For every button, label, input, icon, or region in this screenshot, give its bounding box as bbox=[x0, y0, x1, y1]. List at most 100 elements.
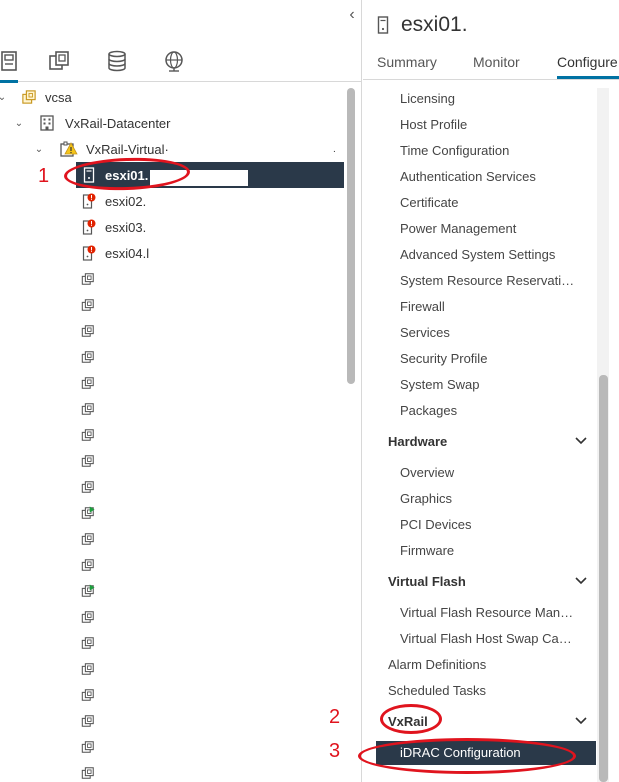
vm-powered-on-icon bbox=[81, 506, 95, 519]
inventory-pane: ‹ ⌄ vcsa ⌄ VxRail-Datacenter ⌄ VxRail-Vi… bbox=[0, 0, 362, 782]
tree-node-vm[interactable] bbox=[0, 760, 344, 782]
vcenter-icon bbox=[22, 90, 36, 104]
tree-node-vm[interactable] bbox=[0, 656, 344, 682]
nav-item-overview[interactable]: Overview bbox=[400, 465, 590, 480]
hosts-and-clusters-tab[interactable] bbox=[0, 48, 22, 83]
nav-item-services[interactable]: Services bbox=[400, 325, 590, 340]
nav-item-pci-devices[interactable]: PCI Devices bbox=[400, 517, 590, 532]
inventory-view-tabs bbox=[0, 40, 362, 83]
vm-icon bbox=[81, 611, 94, 623]
tree-node-vm[interactable] bbox=[0, 318, 344, 344]
tree-node-vm[interactable] bbox=[0, 370, 344, 396]
tree-node-vm[interactable] bbox=[0, 578, 344, 604]
chevron-down-icon[interactable]: ⌄ bbox=[33, 143, 45, 155]
tree-node-vm[interactable] bbox=[0, 448, 344, 474]
vm-icon bbox=[81, 663, 94, 675]
nav-item-host-profile[interactable]: Host Profile bbox=[400, 117, 590, 132]
chevron-down-icon[interactable] bbox=[574, 714, 588, 728]
tree-node-suffix: . bbox=[333, 143, 336, 155]
vm-icon bbox=[81, 559, 94, 571]
datacenter-icon bbox=[40, 115, 54, 131]
tree-node-host-esxi02[interactable]: esxi02. bbox=[0, 188, 344, 214]
tree-node-host-esxi04[interactable]: esxi04.l bbox=[0, 240, 344, 266]
nav-group-hardware[interactable]: Hardware bbox=[388, 434, 588, 456]
chevron-down-icon[interactable] bbox=[574, 434, 588, 448]
tree-node-cluster[interactable]: ⌄ VxRail-Virtual· . bbox=[0, 136, 344, 162]
networking-tab[interactable] bbox=[161, 48, 187, 74]
configure-scrollbar-thumb[interactable] bbox=[599, 375, 608, 782]
tree-node-vcenter[interactable]: ⌄ vcsa bbox=[0, 84, 344, 110]
tree-scrollbar-thumb[interactable] bbox=[347, 88, 355, 384]
tab-monitor[interactable]: Monitor bbox=[473, 54, 520, 70]
object-tabs: Summary Monitor Configure bbox=[363, 48, 619, 80]
vm-icon bbox=[81, 741, 94, 753]
tree-node-vm[interactable] bbox=[0, 344, 344, 370]
tree-node-vm[interactable] bbox=[0, 292, 344, 318]
tree-node-label: vcsa bbox=[45, 89, 72, 105]
chevron-down-icon[interactable]: ⌄ bbox=[13, 117, 25, 129]
nav-group-label: Virtual Flash bbox=[388, 574, 466, 589]
nav-item-power-management[interactable]: Power Management bbox=[400, 221, 590, 236]
nav-group-virtual-flash[interactable]: Virtual Flash bbox=[388, 574, 588, 596]
tree-node-vm[interactable] bbox=[0, 474, 344, 500]
page-title: esxi01. bbox=[401, 13, 468, 36]
tree-scrollbar[interactable] bbox=[346, 88, 356, 782]
vm-icon bbox=[81, 767, 94, 779]
chevron-down-icon[interactable] bbox=[574, 574, 588, 588]
vm-icon bbox=[81, 299, 94, 311]
nav-item-system-resource-reservation[interactable]: System Resource Reservati… bbox=[400, 273, 590, 288]
vm-icon bbox=[81, 689, 94, 701]
nav-item-virtual-flash-resource[interactable]: Virtual Flash Resource Man… bbox=[400, 605, 590, 620]
tree-node-label: esxi02. bbox=[105, 193, 147, 209]
tree-node-label: VxRail-Virtual· bbox=[86, 141, 169, 157]
nav-item-packages[interactable]: Packages bbox=[400, 403, 590, 418]
nav-item-licensing[interactable]: Licensing bbox=[400, 91, 590, 106]
nav-item-certificate[interactable]: Certificate bbox=[400, 195, 590, 210]
nav-item-time-configuration[interactable]: Time Configuration bbox=[400, 143, 590, 158]
host-icon bbox=[377, 16, 389, 34]
chevron-down-icon[interactable]: ⌄ bbox=[0, 91, 8, 103]
host-error-icon bbox=[82, 219, 96, 235]
vm-icon bbox=[81, 455, 94, 467]
vm-powered-on-icon bbox=[81, 584, 95, 597]
nav-item-alarm-definitions[interactable]: Alarm Definitions bbox=[388, 657, 578, 672]
inventory-tree: ⌄ vcsa ⌄ VxRail-Datacenter ⌄ VxRail-Virt… bbox=[0, 83, 344, 782]
tree-node-vm[interactable] bbox=[0, 604, 344, 630]
tree-node-host-esxi03[interactable]: esxi03. bbox=[0, 214, 344, 240]
tree-node-vm[interactable] bbox=[0, 396, 344, 422]
tree-node-vm[interactable] bbox=[0, 682, 344, 708]
tree-node-vm[interactable] bbox=[0, 734, 344, 760]
nav-item-firewall[interactable]: Firewall bbox=[400, 299, 590, 314]
tree-node-label: esxi04.l bbox=[105, 245, 150, 261]
vm-icon bbox=[81, 533, 94, 545]
storage-tab[interactable] bbox=[104, 48, 130, 74]
tree-node-datacenter[interactable]: ⌄ VxRail-Datacenter bbox=[0, 110, 344, 136]
annotation-step-1: 1 bbox=[38, 165, 50, 187]
nav-item-scheduled-tasks[interactable]: Scheduled Tasks bbox=[388, 683, 578, 698]
nav-item-graphics[interactable]: Graphics bbox=[400, 491, 590, 506]
nav-item-firmware[interactable]: Firmware bbox=[400, 543, 590, 558]
configure-scrollbar[interactable] bbox=[597, 88, 609, 782]
nav-item-advanced-system-settings[interactable]: Advanced System Settings bbox=[400, 247, 590, 262]
nav-item-system-swap[interactable]: System Swap bbox=[400, 377, 590, 392]
vm-icon bbox=[81, 403, 94, 415]
collapse-pane-button[interactable]: ‹ bbox=[344, 6, 360, 24]
tab-configure[interactable]: Configure bbox=[557, 54, 619, 79]
details-pane: esxi01. Summary Monitor Configure Licens… bbox=[363, 0, 619, 782]
vms-and-templates-tab[interactable] bbox=[46, 48, 72, 74]
nav-item-virtual-flash-host-swap[interactable]: Virtual Flash Host Swap Ca… bbox=[400, 631, 590, 646]
tree-node-vm[interactable] bbox=[0, 266, 344, 292]
nav-item-authentication-services[interactable]: Authentication Services bbox=[400, 169, 590, 184]
tree-node-vm[interactable] bbox=[0, 526, 344, 552]
tree-node-vm[interactable] bbox=[0, 552, 344, 578]
tree-node-vm[interactable] bbox=[0, 422, 344, 448]
tree-node-vm[interactable] bbox=[0, 708, 344, 734]
host-error-icon bbox=[82, 245, 96, 261]
tab-summary[interactable]: Summary bbox=[377, 54, 437, 70]
vms-templates-icon bbox=[49, 51, 69, 70]
nav-item-security-profile[interactable]: Security Profile bbox=[400, 351, 590, 366]
vm-icon bbox=[81, 273, 94, 285]
tree-node-vm[interactable] bbox=[0, 500, 344, 526]
annotation-step-2: 2 bbox=[329, 706, 341, 728]
tree-node-vm[interactable] bbox=[0, 630, 344, 656]
